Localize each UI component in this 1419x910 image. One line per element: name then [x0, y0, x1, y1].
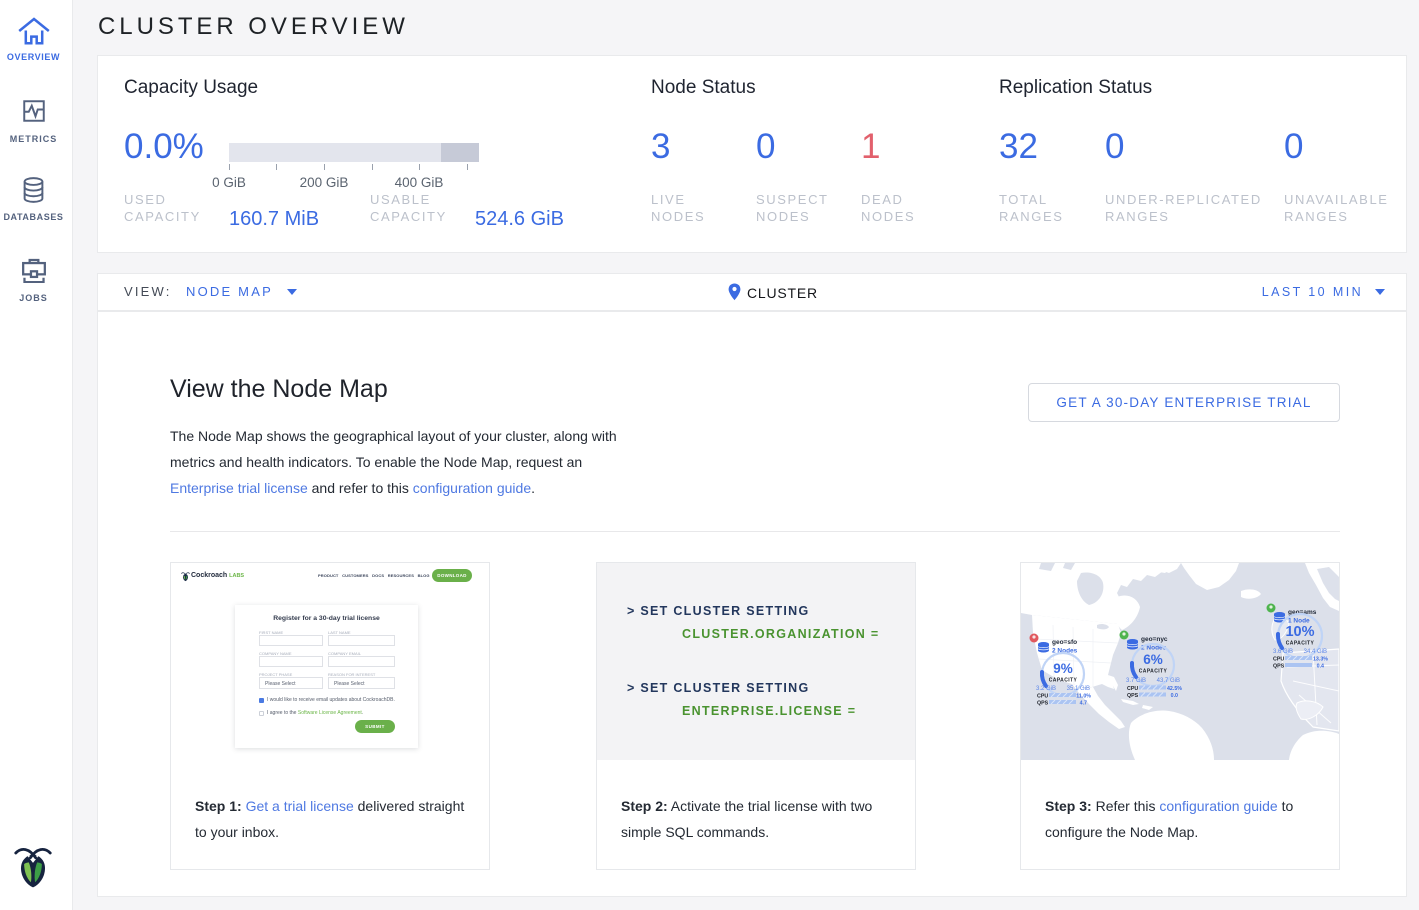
svg-text:QPS: QPS [1037, 701, 1049, 707]
svg-text:CAPACITY: CAPACITY [1286, 641, 1315, 647]
svg-text:CPU: CPU [1273, 657, 1284, 663]
svg-text:CAPACITY: CAPACITY [1139, 669, 1168, 675]
svg-text:CPU: CPU [1127, 686, 1138, 692]
svg-text:13.3%: 13.3% [1313, 657, 1328, 663]
svg-text:35.1 GiB: 35.1 GiB [1067, 686, 1090, 692]
svg-text:11.0%: 11.0% [1076, 694, 1091, 700]
svg-text:0.4: 0.4 [1317, 664, 1324, 670]
svg-text:3.6 GiB: 3.6 GiB [1273, 649, 1293, 655]
svg-text:42.5%: 42.5% [1167, 686, 1182, 692]
svg-text:QPS: QPS [1273, 664, 1285, 670]
svg-text:CAPACITY: CAPACITY [1049, 678, 1078, 684]
svg-text:geo=nyc: geo=nyc [1141, 636, 1168, 643]
svg-text:4.7: 4.7 [1080, 701, 1087, 707]
svg-text:0.0: 0.0 [1171, 693, 1178, 699]
svg-text:6%: 6% [1143, 652, 1163, 667]
svg-text:QPS: QPS [1127, 693, 1139, 699]
svg-text:3.7 GiB: 3.7 GiB [1126, 678, 1146, 684]
svg-text:43.7 GiB: 43.7 GiB [1157, 678, 1180, 684]
svg-text:geo=sfo: geo=sfo [1052, 639, 1077, 646]
svg-text:3.2 GiB: 3.2 GiB [1036, 686, 1056, 692]
svg-text:9%: 9% [1053, 661, 1073, 676]
svg-text:34.4 GiB: 34.4 GiB [1304, 649, 1327, 655]
svg-text:10%: 10% [1285, 624, 1314, 640]
svg-text:CPU: CPU [1037, 694, 1048, 700]
